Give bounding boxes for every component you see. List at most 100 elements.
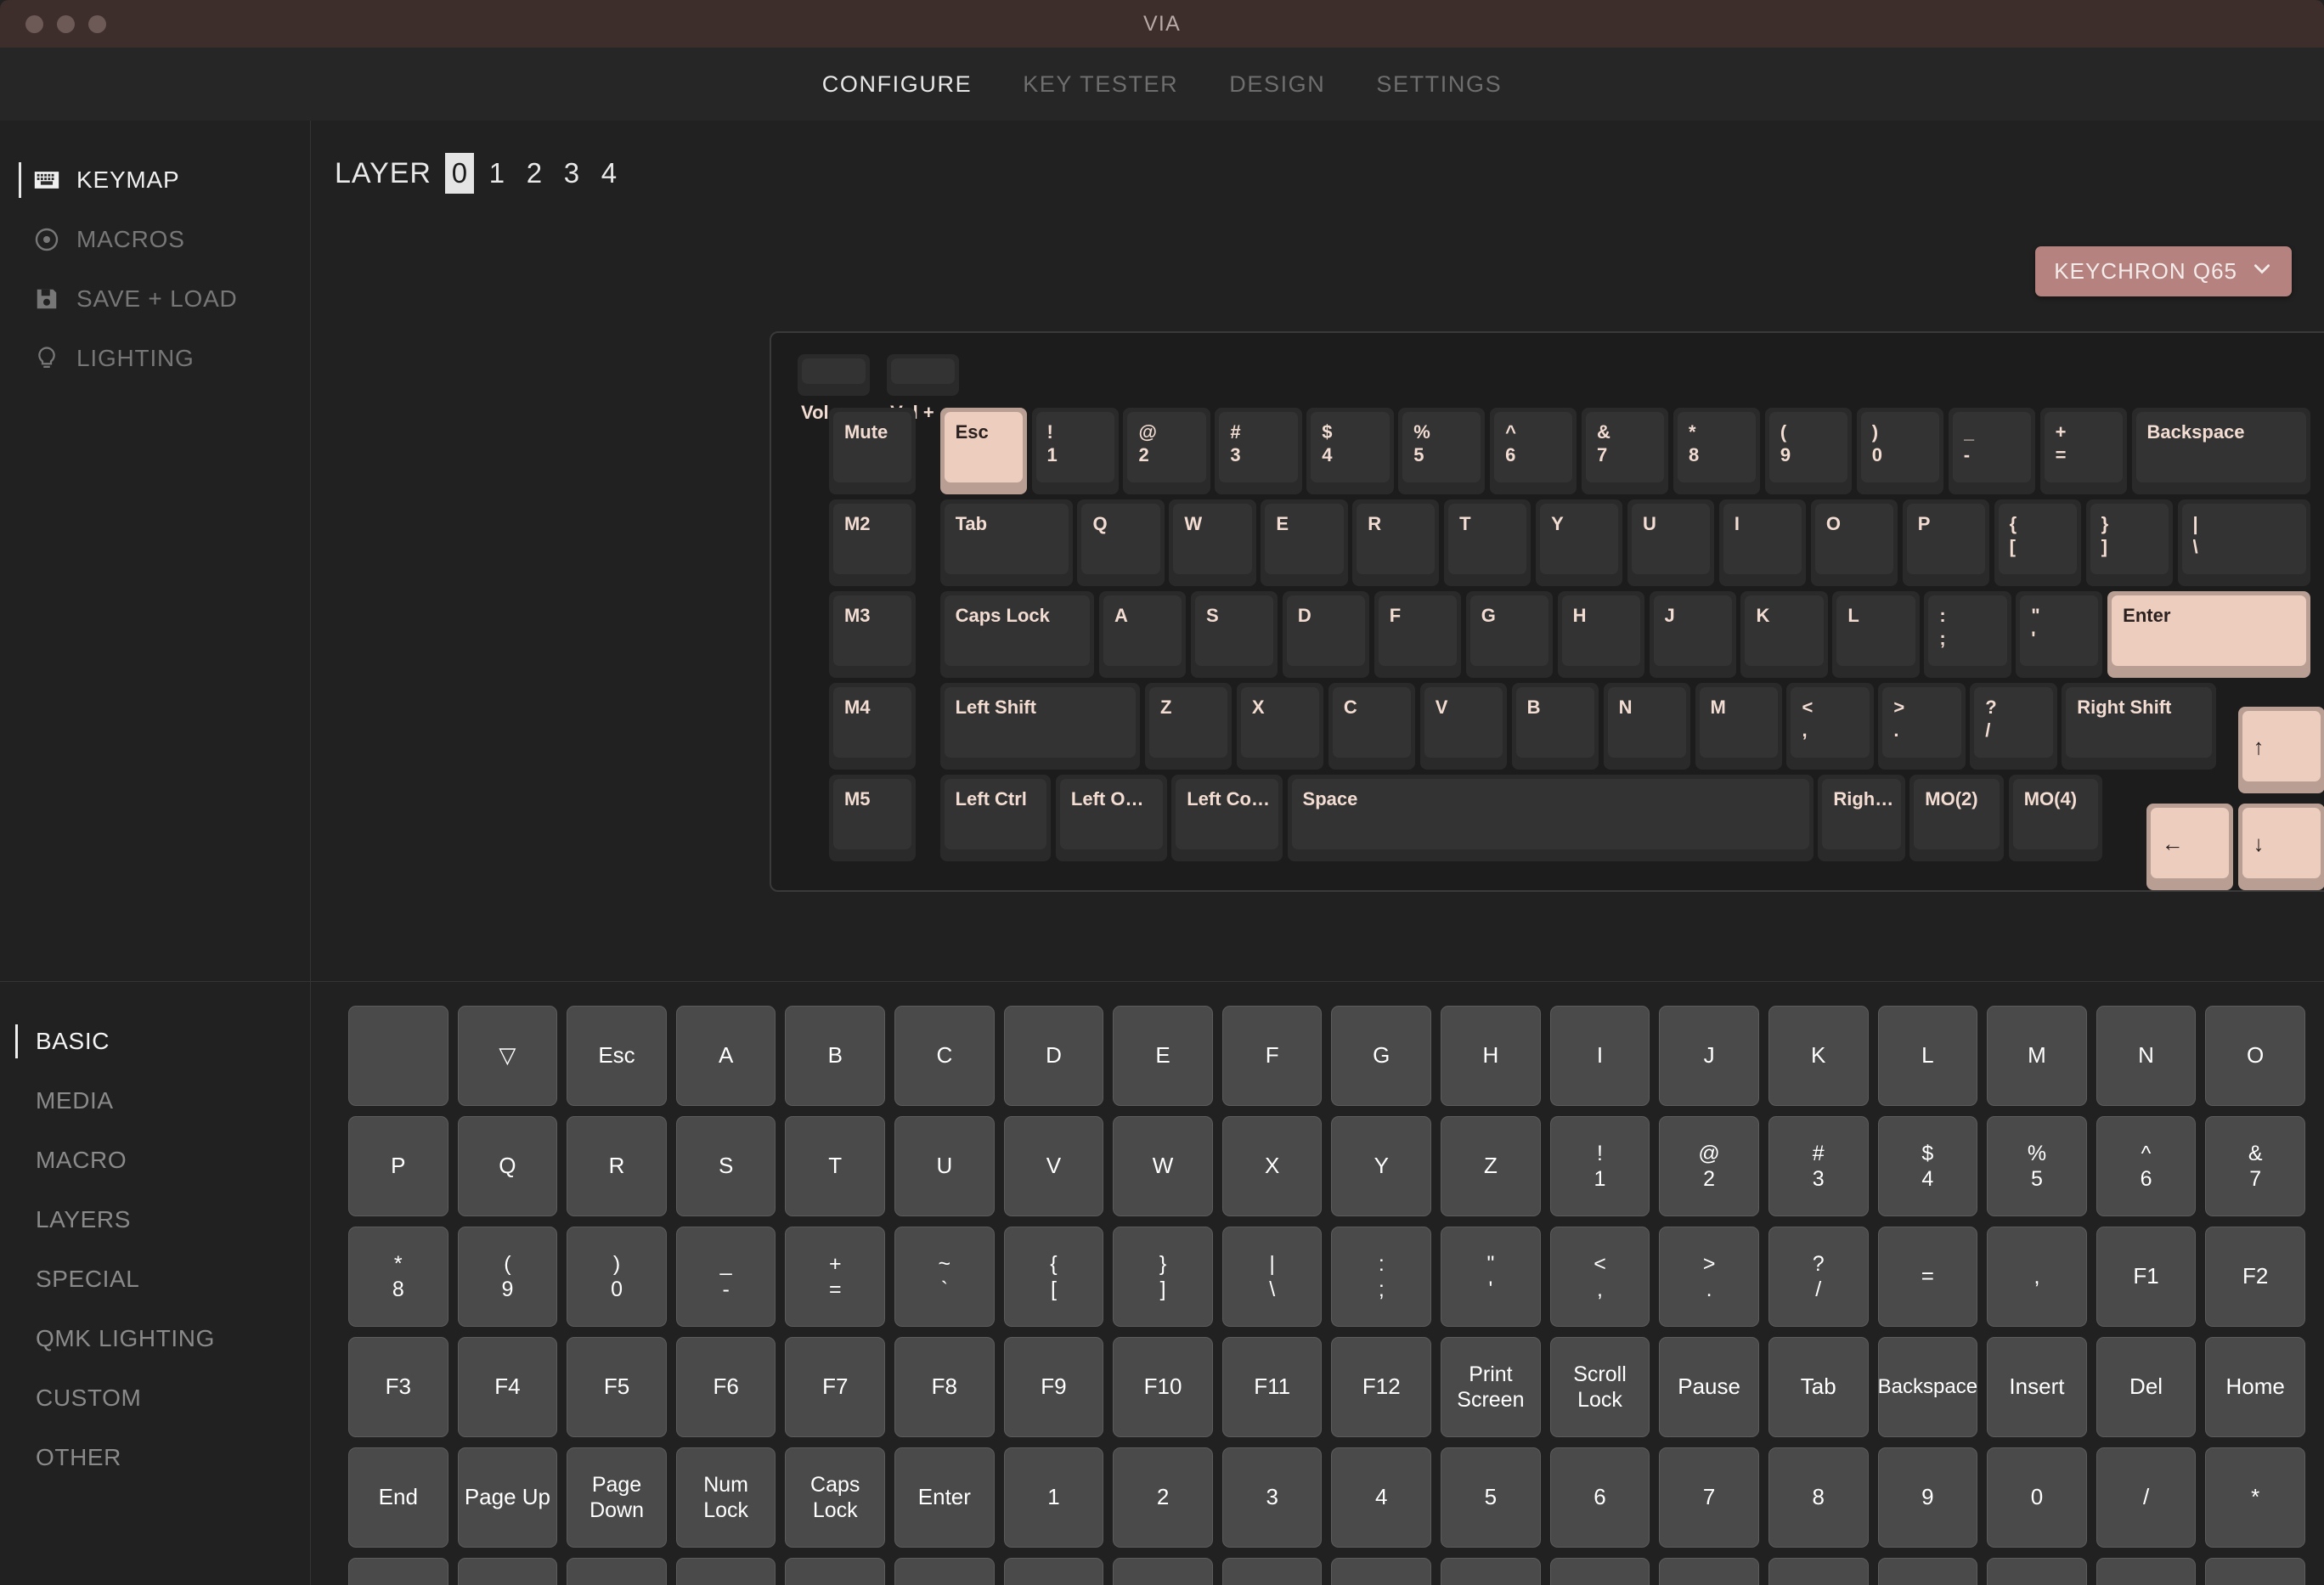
keyboard-key[interactable]: Left Shift [939, 682, 1141, 770]
sidebar-item-macros[interactable]: MACROS [0, 210, 310, 269]
keycode-button[interactable]: { [ [1003, 1227, 1104, 1327]
keycode-button[interactable]: # 3 [1768, 1116, 1869, 1216]
keycode-button[interactable]: H [1441, 1006, 1541, 1106]
keyboard-key[interactable]: Space [1287, 774, 1814, 861]
keyboard-key[interactable]: L [1832, 590, 1920, 678]
keyboard-key[interactable]: * 8 [1672, 407, 1761, 495]
keycode-button[interactable]: F8 [894, 1337, 995, 1437]
keycode-button[interactable]: ~ ` [894, 1227, 995, 1327]
keycode-button[interactable]: O [2205, 1006, 2305, 1106]
keyboard-key[interactable]: N [1603, 682, 1690, 770]
keyboard-key[interactable]: ← [2146, 803, 2233, 890]
keycode-button[interactable]: Num Enter [675, 1558, 776, 1585]
encoder-key[interactable]: Vol + [887, 354, 960, 423]
keycode-button[interactable]: F2 [2205, 1227, 2305, 1327]
sidebar-item-lighting[interactable]: LIGHTING [0, 329, 310, 388]
keyboard-key[interactable]: M3 [828, 590, 917, 678]
keycode-button[interactable]: R [567, 1116, 667, 1216]
keycode-button[interactable]: Esc [567, 1006, 667, 1106]
keycode-button[interactable]: Right [2205, 1558, 2305, 1585]
keycode-button[interactable]: ) 0 [567, 1227, 667, 1327]
keycode-button[interactable]: Q [457, 1116, 558, 1216]
keycode-button[interactable]: B [785, 1006, 886, 1106]
keycode-button[interactable]: 9 [1877, 1447, 1978, 1548]
keycode-button[interactable]: + = [785, 1227, 886, 1327]
keycode-button[interactable]: } ] [1113, 1227, 1213, 1327]
keycode-button[interactable]: 4 [1331, 1447, 1432, 1548]
keycode-button[interactable]: ▽ [457, 1006, 558, 1106]
keycode-button[interactable]: Left [1877, 1558, 1978, 1585]
keyboard-key[interactable]: M [1695, 682, 1782, 770]
keycode-button[interactable]: K [1768, 1006, 1869, 1106]
keycode-button[interactable]: Up [2096, 1558, 2197, 1585]
keycode-button[interactable]: F5 [567, 1337, 667, 1437]
sidebar-item-qmk-lighting[interactable]: QMK LIGHTING [0, 1309, 310, 1368]
keyboard-key[interactable]: Tab [939, 499, 1073, 586]
keycode-button[interactable]: X [1221, 1116, 1323, 1216]
keycode-button[interactable]: $ 4 [1877, 1116, 1978, 1216]
keycode-button[interactable]: E [1113, 1006, 1213, 1106]
layer-button-2[interactable]: 2 [520, 153, 549, 194]
keycode-button[interactable]: @ 2 [1659, 1116, 1759, 1216]
keycode-button[interactable]: ^ 6 [2096, 1116, 2197, 1216]
keycode-button[interactable]: F9 [1003, 1337, 1104, 1437]
keycode-button[interactable]: P [348, 1116, 448, 1216]
keycode-button[interactable]: Left Ctrl [1003, 1558, 1104, 1585]
keycode-button[interactable]: Z [1441, 1116, 1541, 1216]
keycode-button[interactable]: * [2205, 1447, 2305, 1548]
sidebar-item-media[interactable]: MEDIA [0, 1071, 310, 1131]
keycode-button[interactable]: , [1987, 1227, 2087, 1327]
sidebar-item-keymap[interactable]: KEYMAP [0, 150, 310, 210]
keyboard-key[interactable]: Backspace [2131, 407, 2310, 495]
keycode-button[interactable]: G [1331, 1006, 1432, 1106]
keycode-button[interactable]: D [1003, 1006, 1104, 1106]
keycode-button[interactable]: 5 [1441, 1447, 1541, 1548]
keycode-button[interactable]: Down [1987, 1558, 2087, 1585]
keycode-button[interactable]: * 8 [348, 1227, 448, 1327]
keyboard-key[interactable]: _ - [1948, 407, 2035, 495]
keycode-button[interactable]: F12 [1331, 1337, 1432, 1437]
tab-configure[interactable]: CONFIGURE [797, 71, 997, 98]
keycode-button[interactable]: = [1877, 1227, 1978, 1327]
keyboard-key[interactable]: I [1718, 499, 1807, 586]
keycode-button[interactable]: F [1221, 1006, 1323, 1106]
encoder-key[interactable]: Vol - [798, 354, 871, 423]
sidebar-item-other[interactable]: OTHER [0, 1428, 310, 1487]
keyboard-key[interactable]: Z [1145, 682, 1233, 770]
keycode-button[interactable]: / [2096, 1447, 2197, 1548]
keyboard-key[interactable]: P [1902, 499, 1989, 586]
keyboard-key[interactable]: O [1810, 499, 1898, 586]
keycode-button[interactable]: End [348, 1447, 448, 1548]
sidebar-item-special[interactable]: SPECIAL [0, 1249, 310, 1309]
keyboard-key[interactable]: Right Shift [2062, 682, 2216, 770]
keyboard-key[interactable]: F [1374, 590, 1462, 678]
keycode-button[interactable]: Num Lock [675, 1447, 776, 1548]
sidebar-item-layers[interactable]: LAYERS [0, 1190, 310, 1249]
keyboard-key[interactable]: @ 2 [1123, 407, 1210, 495]
keycode-button[interactable]: Left Shift [785, 1558, 886, 1585]
keycode-button[interactable]: Del [2096, 1337, 2197, 1437]
keycode-button[interactable]: Enter [894, 1447, 995, 1548]
keycode-button[interactable]: Y [1331, 1116, 1432, 1216]
keyboard-key[interactable]: G [1465, 590, 1553, 678]
keyboard-key[interactable]: + = [2039, 407, 2127, 495]
keyboard-key[interactable]: ^ 6 [1490, 407, 1577, 495]
keycode-button[interactable]: F7 [785, 1337, 886, 1437]
keyboard-key[interactable]: ? / [1970, 682, 2057, 770]
keycode-button[interactable]: ( 9 [457, 1227, 558, 1327]
tab-settings[interactable]: SETTINGS [1351, 71, 1527, 98]
keycode-button[interactable]: F6 [675, 1337, 776, 1437]
keycode-button-empty[interactable] [348, 1006, 448, 1106]
keyboard-key[interactable]: H [1557, 590, 1644, 678]
device-selector[interactable]: KEYCHRON Q65 [2035, 246, 2292, 296]
keycode-button[interactable]: Backspace [1877, 1337, 1978, 1437]
keycode-button[interactable]: Pause [1659, 1337, 1759, 1437]
keycode-button[interactable]: 6 [1549, 1447, 1650, 1548]
keyboard-key[interactable]: Mute [828, 407, 917, 495]
keyboard-key[interactable]: # 3 [1215, 407, 1302, 495]
keycode-button[interactable]: F1 [2096, 1227, 2197, 1327]
keycode-button[interactable]: : ; [1331, 1227, 1432, 1327]
keyboard-key[interactable]: Righ… [1818, 774, 1905, 861]
keycode-button[interactable]: > . [1659, 1227, 1759, 1327]
keycode-button[interactable]: Space [1659, 1558, 1759, 1585]
